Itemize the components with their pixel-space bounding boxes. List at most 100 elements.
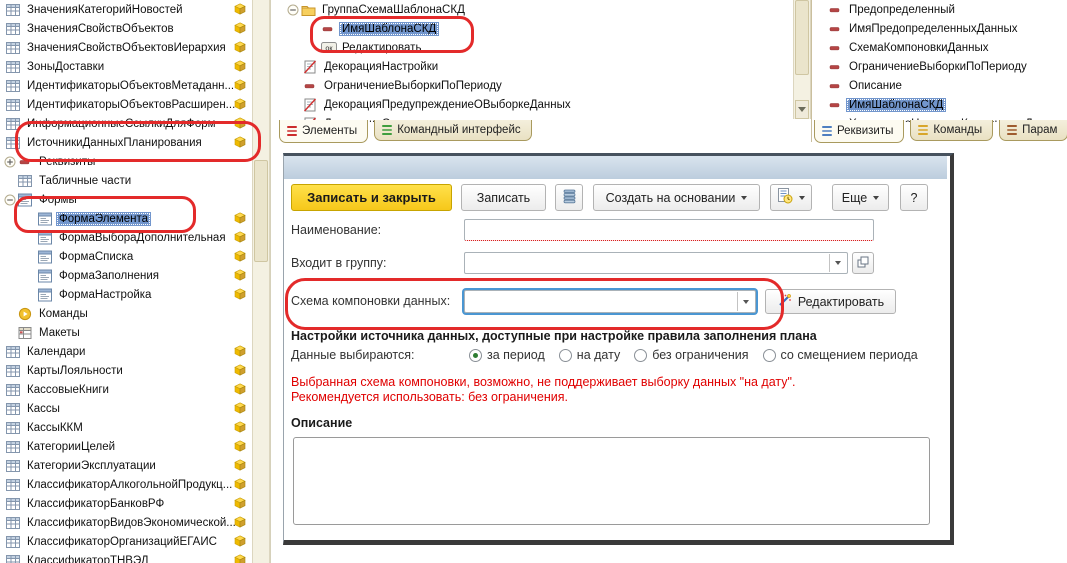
tree-item-label: ИсточникиДанныхПланирования: [24, 136, 205, 150]
tree-item[interactable]: КлассификаторБанковРФ: [0, 494, 252, 513]
tree-item[interactable]: СхемаКомпоновкиДанных: [814, 38, 1067, 57]
tree-item[interactable]: ИнформационныеСсылкиДляФорм: [0, 114, 252, 133]
radio-option[interactable]: без ограничения: [634, 348, 748, 362]
collapse-icon[interactable]: [287, 4, 299, 16]
attribute-dash-icon: [828, 3, 842, 17]
tree-item[interactable]: ФормаСписка: [0, 247, 252, 266]
tree-item[interactable]: ФормаЭлемента: [0, 209, 252, 228]
elements-tab-tab[interactable]: Командный интерфейс: [374, 120, 531, 141]
group-open-button[interactable]: [852, 252, 874, 274]
template-icon: [18, 326, 32, 340]
schema-combobox[interactable]: [464, 290, 756, 313]
tree-item[interactable]: ИмяШаблонаСКД: [814, 95, 1067, 114]
attributes-tab-tab[interactable]: Парам: [999, 120, 1067, 141]
table-icon: [18, 174, 32, 188]
data-selection-label: Данные выбираются:: [291, 348, 414, 362]
tree-item[interactable]: Макеты: [0, 323, 252, 342]
radio-option[interactable]: со смещением периода: [763, 348, 918, 362]
tree-item[interactable]: КатегорииЭксплуатации: [0, 456, 252, 475]
tree-item[interactable]: Календари: [0, 342, 252, 361]
tree-item[interactable]: КлассификаторВидовЭкономической...: [0, 513, 252, 532]
tree-item[interactable]: КлассификаторАлкогольнойПродукц...: [0, 475, 252, 494]
tree-item[interactable]: КассовыеКниги: [0, 380, 252, 399]
stacked-bars-icon: [382, 125, 392, 136]
attributes-tab-tab[interactable]: Команды: [910, 120, 993, 141]
name-input[interactable]: [464, 219, 874, 241]
radio-circle[interactable]: [634, 349, 647, 362]
tree-item[interactable]: Формы: [0, 190, 252, 209]
scrollbar-down-button[interactable]: [795, 100, 809, 119]
tree-item-label: ФормаСписка: [56, 250, 136, 264]
tree-item[interactable]: окРедактировать: [277, 38, 793, 57]
folder-icon: [301, 3, 315, 17]
radio-label: на дату: [577, 348, 620, 362]
radio-circle[interactable]: [559, 349, 572, 362]
tree-item[interactable]: ИмяШаблонаСКД: [277, 19, 793, 38]
tree-item[interactable]: ОграничениеВыборкиПоПериоду: [277, 76, 793, 95]
expand-icon[interactable]: [4, 156, 16, 168]
radio-circle[interactable]: [763, 349, 776, 362]
table-icon: [6, 364, 20, 378]
tree-item[interactable]: ИдентификаторыОбъектовМетаданн...: [0, 76, 252, 95]
tree-item-label: ФормаНастройка: [56, 288, 154, 302]
tree-item[interactable]: ФормаВыбораДополнительная: [0, 228, 252, 247]
tree-item[interactable]: ЗначенияКатегорийНовостей: [0, 0, 252, 19]
save-and-close-button[interactable]: Записать и закрыть: [291, 184, 452, 211]
tree-item[interactable]: КлассификаторОрганизацийЕГАИС: [0, 532, 252, 551]
tree-item[interactable]: ЗначенияСвойствОбъектовИерархия: [0, 38, 252, 57]
tree-item[interactable]: Табличные части: [0, 171, 252, 190]
collapse-icon[interactable]: [4, 194, 16, 206]
tree-item[interactable]: ЗоныДоставки: [0, 57, 252, 76]
stacked-bars-icon: [287, 126, 297, 137]
more-button[interactable]: Еще: [832, 184, 889, 211]
combo-dropdown-button[interactable]: [737, 292, 754, 311]
tree-item[interactable]: Предопределенный: [814, 0, 1067, 19]
tree-item[interactable]: ФормаЗаполнения: [0, 266, 252, 285]
tree-item[interactable]: Кассы: [0, 399, 252, 418]
tree-item[interactable]: КартыЛояльности: [0, 361, 252, 380]
radio-option[interactable]: на дату: [559, 348, 620, 362]
object-cube-icon: [234, 269, 246, 281]
object-cube-icon: [234, 60, 246, 72]
tree-item[interactable]: ФормаНастройка: [0, 285, 252, 304]
create-based-on-button[interactable]: Создать на основании: [593, 184, 760, 211]
document-clock-button[interactable]: [770, 184, 812, 211]
tree-item[interactable]: ОграничениеВыборкиПоПериоду: [814, 57, 1067, 76]
combo-dropdown-button[interactable]: [829, 254, 846, 272]
tree-item[interactable]: Реквизиты: [0, 152, 252, 171]
attributes-tab-active[interactable]: Реквизиты: [814, 120, 904, 143]
divider: [270, 0, 271, 563]
group-combobox[interactable]: [464, 252, 848, 274]
tree-item[interactable]: ДекорацияНастройки: [277, 57, 793, 76]
left-tree-scrollbar[interactable]: [252, 0, 270, 563]
show-in-list-button[interactable]: [555, 184, 583, 211]
radio-option[interactable]: за период: [469, 348, 545, 362]
tree-item[interactable]: ИсточникиДанныхПланирования: [0, 133, 252, 152]
tree-item[interactable]: КатегорииЦелей: [0, 437, 252, 456]
edit-schema-button[interactable]: Редактировать: [765, 289, 896, 314]
tree-item[interactable]: ЗначенияСвойствОбъектов: [0, 19, 252, 38]
object-cube-icon: [234, 440, 246, 452]
radio-circle[interactable]: [469, 349, 482, 362]
elements-tab-active[interactable]: Элементы: [279, 120, 368, 143]
tree-item[interactable]: КассыККМ: [0, 418, 252, 437]
tree-item-label: Предопределенный: [846, 3, 958, 17]
tree-item[interactable]: ИдентификаторыОбъектовРасширен...: [0, 95, 252, 114]
tree-item[interactable]: ГруппаСхемаШаблонаСКД: [277, 0, 793, 19]
tree-item[interactable]: КлассификаторТНВЭД: [0, 551, 252, 563]
tree-item[interactable]: ДекорацияПредупреждениеОВыборкеДанных: [277, 95, 793, 114]
table-icon: [6, 345, 20, 359]
table-icon: [6, 497, 20, 511]
elements-tree-scrollbar[interactable]: [793, 0, 811, 119]
tree-item[interactable]: Команды: [0, 304, 252, 323]
description-textarea[interactable]: [293, 437, 930, 525]
tree-item[interactable]: ИмяПредопределенныхДанных: [814, 19, 1067, 38]
scrollbar-thumb[interactable]: [795, 0, 809, 75]
save-button[interactable]: Записать: [461, 184, 546, 211]
tab-label: Команды: [933, 124, 982, 136]
tree-item-label: КлассификаторВидовЭкономической...: [24, 516, 239, 530]
help-button[interactable]: ?: [900, 184, 928, 211]
scrollbar-thumb[interactable]: [254, 160, 268, 262]
object-cube-icon: [234, 41, 246, 53]
tree-item[interactable]: Описание: [814, 76, 1067, 95]
